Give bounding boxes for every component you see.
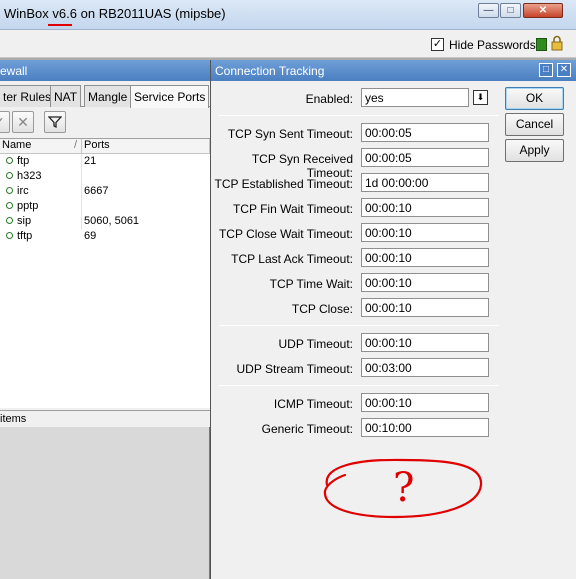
tcp-time-wait-input[interactable]: 00:00:10 (361, 273, 489, 292)
enabled-select[interactable]: yes (361, 88, 469, 107)
tcp-fin-wait-timeout-input[interactable]: 00:00:10 (361, 198, 489, 217)
firewall-status-bar: items (0, 410, 210, 427)
row-ports: 6667 (84, 185, 109, 197)
disable-button[interactable]: ✕ (12, 111, 34, 133)
field-label: TCP Syn Received Timeout: (251, 152, 353, 180)
column-header-name[interactable]: Name / (0, 139, 82, 154)
main-titlebar: WinBox v6.6 on RB2011UAS (mipsbe) — □ ✕ (0, 0, 576, 30)
dialog-title: Connection Tracking (211, 60, 576, 81)
filter-icon (47, 116, 63, 129)
enable-button[interactable]: ✓ (0, 111, 10, 133)
tcp-syn-received-timeout-input[interactable]: 00:00:05 (361, 148, 489, 167)
dialog-maximize-button[interactable]: □ (539, 63, 553, 77)
sort-icon: / (73, 139, 77, 151)
tcp-close-wait-timeout-input[interactable]: 00:00:10 (361, 223, 489, 242)
status-indicator-icon (536, 38, 547, 51)
field-label: UDP Stream Timeout: (236, 362, 353, 376)
title-app: WinBox (4, 6, 49, 21)
icmp-timeout-input[interactable]: 00:00:10 (361, 393, 489, 412)
row-name: pptp (17, 200, 39, 212)
row-name: h323 (17, 170, 42, 182)
red-underline-annotation (48, 24, 72, 26)
tab-nat[interactable]: NAT (50, 85, 82, 107)
tab-service-ports[interactable]: Service Ports (130, 85, 210, 108)
firewall-toolbar: ✓ ✕ (0, 111, 210, 135)
firewall-tabs: ter Rules NAT Mangle Service Ports (0, 85, 210, 108)
status-dot-icon (6, 156, 13, 164)
table-row[interactable]: irc 6667 (0, 184, 210, 199)
field-label: UDP Timeout: (278, 337, 353, 351)
firewall-window: ewall ter Rules NAT Mangle Service Ports… (0, 60, 210, 579)
row-name: tftp (17, 230, 33, 242)
firewall-body: ter Rules NAT Mangle Service Ports ✓ ✕ N… (0, 81, 210, 427)
field-label: TCP Close Wait Timeout: (218, 227, 353, 241)
field-label: TCP Syn Sent Timeout: (227, 127, 353, 141)
table-row[interactable]: ftp 21 (0, 154, 210, 169)
row-ports: 69 (84, 230, 97, 242)
hide-passwords-checkbox[interactable]: ✓ (431, 38, 444, 51)
table-row[interactable]: tftp 69 (0, 229, 210, 244)
separator (219, 385, 499, 386)
column-name-label: Name (2, 139, 32, 151)
field-label: TCP Established Timeout: (214, 177, 353, 191)
ok-button[interactable]: OK (505, 87, 564, 110)
field-label: ICMP Timeout: (273, 397, 353, 411)
enabled-label: Enabled: (305, 92, 353, 106)
field-label: Generic Timeout: (261, 422, 353, 436)
dropdown-arrow-icon[interactable]: ⬇ (473, 90, 488, 105)
cancel-button[interactable]: Cancel (505, 113, 564, 136)
separator (219, 115, 499, 116)
row-ports: 21 (84, 155, 97, 167)
service-ports-table: Name / Ports ftp 21 h323 irc 6667 pptp s… (0, 138, 210, 408)
filter-button[interactable] (44, 111, 66, 133)
row-ports: 5060, 5061 (84, 215, 140, 227)
status-dot-icon (6, 231, 13, 239)
title-version: v6.6 (52, 6, 77, 21)
maximize-button[interactable]: □ (500, 3, 521, 18)
status-dot-icon (6, 171, 13, 179)
firewall-title: ewall (0, 60, 210, 81)
separator (219, 325, 499, 326)
table-row[interactable]: h323 (0, 169, 210, 184)
title-device: on RB2011UAS (mipsbe) (80, 6, 226, 21)
table-row[interactable]: sip 5060, 5061 (0, 214, 210, 229)
row-name: irc (17, 185, 29, 197)
dialog-close-button[interactable]: ✕ (557, 63, 571, 77)
row-name: ftp (17, 155, 30, 167)
udp-stream-timeout-input[interactable]: 00:03:00 (361, 358, 489, 377)
window-title: WinBox v6.6 on RB2011UAS (mipsbe) (4, 6, 226, 21)
question-mark-annotation: ? (393, 465, 414, 511)
field-label: TCP Time Wait: (269, 277, 353, 291)
tcp-close-input[interactable]: 00:00:10 (361, 298, 489, 317)
main-toolbar: ✓ Hide Passwords (0, 30, 576, 58)
apply-button[interactable]: Apply (505, 139, 564, 162)
column-header-ports[interactable]: Ports (82, 139, 210, 154)
field-label: TCP Last Ack Timeout: (231, 252, 353, 266)
tcp-syn-sent-timeout-input[interactable]: 00:00:05 (361, 123, 489, 142)
close-button[interactable]: ✕ (523, 3, 563, 18)
status-dot-icon (6, 201, 13, 209)
lock-icon (551, 35, 563, 51)
tcp-last-ack-timeout-input[interactable]: 00:00:10 (361, 248, 489, 267)
generic-timeout-input[interactable]: 00:10:00 (361, 418, 489, 437)
hide-passwords-label: Hide Passwords (449, 38, 536, 52)
column-ports-label: Ports (84, 139, 110, 151)
tab-filter-rules[interactable]: ter Rules (0, 85, 56, 107)
udp-timeout-input[interactable]: 00:00:10 (361, 333, 489, 352)
minimize-button[interactable]: — (478, 3, 499, 18)
red-circle-annotation: ? (323, 458, 483, 519)
field-label: TCP Fin Wait Timeout: (232, 202, 353, 216)
table-row[interactable]: pptp (0, 199, 210, 214)
row-name: sip (17, 215, 32, 227)
field-label: TCP Close: (291, 302, 353, 316)
tab-mangle[interactable]: Mangle (84, 85, 132, 107)
status-dot-icon (6, 216, 13, 224)
tcp-established-timeout-input[interactable]: 1d 00:00:00 (361, 173, 489, 192)
status-dot-icon (6, 186, 13, 194)
